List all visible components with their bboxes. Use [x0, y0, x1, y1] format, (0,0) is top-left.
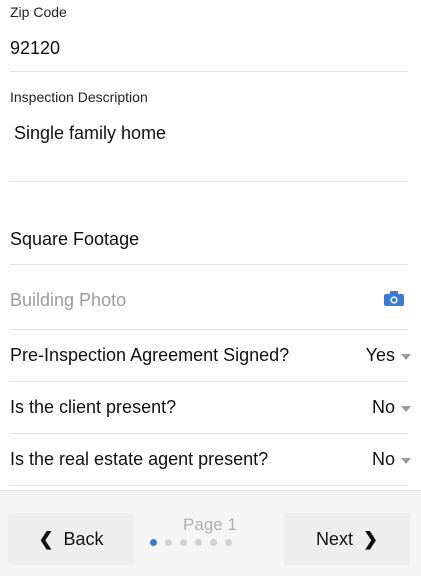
pre-inspection-agreement-row[interactable]: Pre-Inspection Agreement Signed? Yes — [10, 330, 411, 381]
building-photo-field[interactable]: Building Photo — [10, 290, 126, 311]
page-indicator: Page 1 — [150, 515, 270, 555]
inspection-description-field[interactable]: Single family home — [14, 123, 166, 144]
page-dot — [180, 539, 187, 546]
page-dot — [165, 539, 172, 546]
page-dot — [150, 539, 157, 546]
dropdown-caret-icon — [401, 353, 411, 360]
chevron-right-icon: ❯ — [362, 528, 379, 549]
dropdown-caret-icon — [401, 405, 411, 412]
select-value: Yes — [365, 345, 395, 365]
footer-toolbar: ❮ Back Page 1 Next ❯ — [0, 490, 421, 576]
client-present-select[interactable]: No — [372, 397, 411, 418]
question-label: Is the client present? — [10, 397, 177, 417]
inspection-description-label: Inspection Description — [10, 89, 148, 105]
agent-present-row[interactable]: Is the real estate agent present? No — [10, 434, 411, 485]
page-dot — [225, 539, 232, 546]
select-value: No — [371, 397, 395, 417]
divider — [10, 71, 408, 72]
next-button[interactable]: Next ❯ — [284, 513, 410, 565]
zip-code-field[interactable]: 92120 — [10, 38, 60, 59]
camera-icon[interactable] — [384, 291, 404, 306]
next-button-label: Next — [315, 528, 353, 549]
question-label: Pre-Inspection Agreement Signed? — [10, 345, 290, 365]
dropdown-caret-icon — [401, 457, 411, 464]
zip-code-label: Zip Code — [10, 4, 67, 20]
back-button-label: Back — [63, 528, 104, 549]
square-footage-field[interactable]: Square Footage — [10, 229, 139, 250]
back-button[interactable]: ❮ Back — [8, 513, 134, 565]
question-label: Is the real estate agent present? — [10, 449, 269, 469]
page-label: Page 1 — [183, 515, 237, 534]
divider — [10, 264, 408, 265]
pre-inspection-agreement-select[interactable]: Yes — [366, 345, 411, 366]
divider — [10, 485, 408, 486]
select-value: No — [371, 449, 395, 469]
divider — [10, 181, 408, 182]
chevron-left-icon: ❮ — [38, 528, 54, 549]
agent-present-select[interactable]: No — [372, 449, 411, 470]
client-present-row[interactable]: Is the client present? No — [10, 382, 411, 433]
page-dot — [210, 539, 217, 546]
page-dots — [150, 539, 232, 546]
page-dot — [195, 539, 202, 546]
